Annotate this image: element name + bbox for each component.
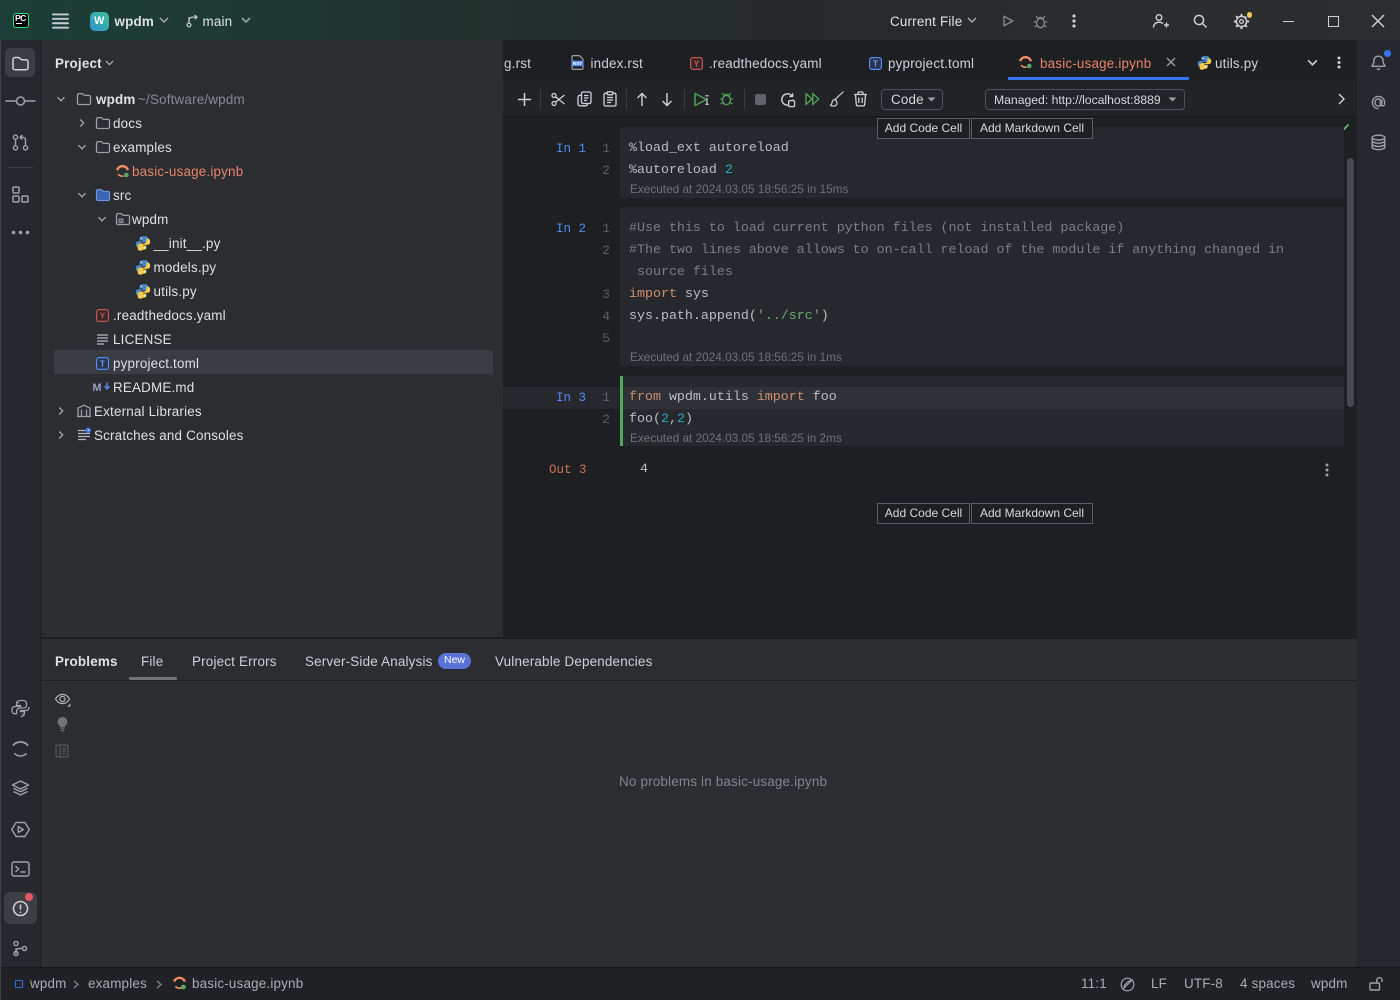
svg-text:RST: RST <box>573 61 582 66</box>
svg-text:M: M <box>93 382 102 394</box>
